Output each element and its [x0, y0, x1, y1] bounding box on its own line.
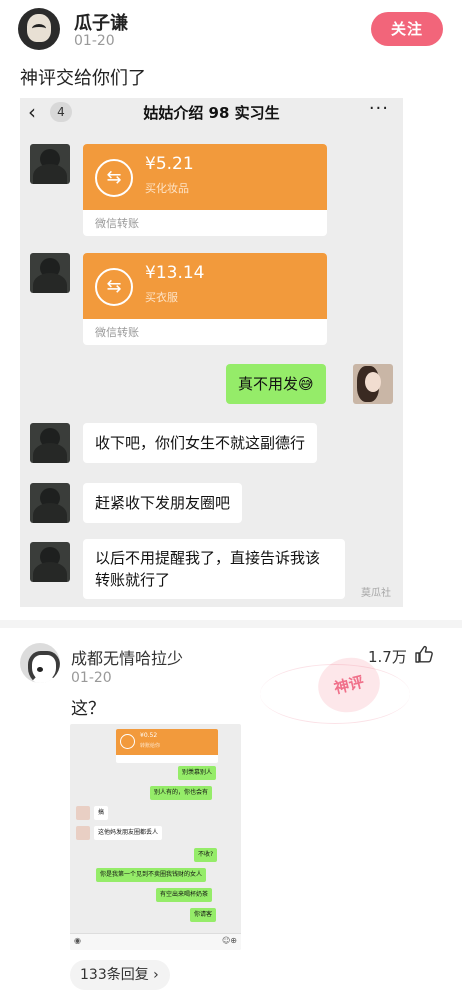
sender-avatar-gorilla	[30, 542, 70, 582]
mini-bubble-other: 搞	[94, 806, 109, 820]
voice-icon: ◉	[74, 936, 81, 945]
mini-bubble-me: 别人有的，你也会有	[150, 786, 213, 800]
mini-transfer-body: ¥0.52 转账给你	[116, 729, 218, 755]
mini-avatar	[76, 826, 90, 840]
post-text: 神评交给你们了	[20, 68, 146, 89]
commenter-avatar[interactable]	[20, 643, 60, 683]
chat-bubble-other: 赶紧收下发朋友圈吧	[83, 483, 243, 523]
mini-transfer-note: 转账给你	[140, 743, 161, 749]
transfer-arrows-icon: ⇆	[95, 268, 133, 306]
mini-bubble-other: 这他妈发朋友圈都丢人	[94, 826, 163, 840]
watermark: 莫瓜社	[361, 588, 391, 599]
sender-avatar-gorilla	[30, 253, 70, 293]
transfer-card-body: ⇆ ¥5.21 买化妆品	[83, 144, 327, 210]
transfer-amount: ¥5.21	[145, 154, 194, 174]
like-count: 1.7万	[368, 648, 407, 666]
post-image-chat-screenshot[interactable]: ‹ 4 姑姑介绍 98 实习生 ··· ⇆ ¥5.21 买化妆品 微信转账 ⇆ …	[20, 98, 403, 607]
mini-transfer-card: ¥0.52 转账给你	[116, 729, 218, 763]
author-name[interactable]: 瓜子谦	[74, 9, 128, 35]
comment-text: 这？	[71, 699, 105, 719]
mini-bubble-me: 不收?	[194, 848, 218, 862]
receiver-avatar-girl	[353, 364, 393, 404]
mini-bubble-me: 你请客	[190, 908, 217, 922]
sender-avatar-gorilla	[30, 423, 70, 463]
transfer-arrows-icon	[120, 734, 135, 749]
mini-bubble-me: 有空出来喝杯奶茶	[156, 888, 213, 902]
transfer-note: 买化妆品	[145, 182, 189, 195]
mini-bubble-me: 你是我第一个见到不卖圈我钱财的女人	[96, 868, 207, 882]
chat-bubble-me: 真不用发😅	[226, 364, 326, 404]
follow-button[interactable]: 关注	[371, 12, 443, 46]
chat-titlebar: ‹ 4 姑姑介绍 98 实习生 ···	[20, 98, 403, 126]
chat-bubble-other: 以后不用提醒我了，直接告诉我该转账就行了	[83, 539, 345, 599]
post-date: 01-20	[74, 33, 115, 49]
transfer-card-body: ⇆ ¥13.14 买衣服	[83, 253, 327, 319]
sender-avatar-gorilla	[30, 144, 70, 184]
comment-date: 01-20	[71, 670, 112, 686]
chat-bubble-other: 收下吧，你们女生不就这副德行	[83, 423, 318, 463]
commenter-name[interactable]: 成都无情哈拉少	[71, 645, 183, 669]
more-icon: ···	[368, 98, 389, 119]
post-header: 瓜子谦 01-20 关注	[0, 0, 462, 60]
thumbs-up-icon[interactable]	[414, 644, 434, 664]
mini-transfer-amount: ¥0.52	[140, 732, 158, 739]
author-avatar[interactable]	[18, 8, 60, 50]
mini-input-bar: ◉ ☺⊕	[70, 933, 241, 950]
view-replies-button[interactable]: 133条回复 ›	[70, 960, 170, 990]
transfer-arrows-icon: ⇆	[95, 159, 133, 197]
transfer-note: 买衣服	[145, 291, 178, 304]
mini-bubble-me: 别羡慕别人	[178, 766, 217, 780]
mini-avatar	[76, 806, 90, 820]
transfer-footer: 微信转账	[95, 217, 139, 230]
comment-image-chat-screenshot[interactable]: ¥0.52 转账给你 别羡慕别人 别人有的，你也会有 搞 这他妈发朋友圈都丢人 …	[70, 724, 241, 950]
section-divider	[0, 620, 462, 628]
sender-avatar-gorilla	[30, 483, 70, 523]
emoji-plus-icon: ☺⊕	[221, 936, 237, 945]
transfer-card: ⇆ ¥5.21 买化妆品 微信转账	[83, 144, 327, 236]
transfer-card: ⇆ ¥13.14 买衣服 微信转账	[83, 253, 327, 345]
transfer-amount: ¥13.14	[145, 263, 205, 283]
chat-title: 姑姑介绍 98 实习生	[143, 104, 280, 122]
transfer-footer: 微信转账	[95, 326, 139, 339]
